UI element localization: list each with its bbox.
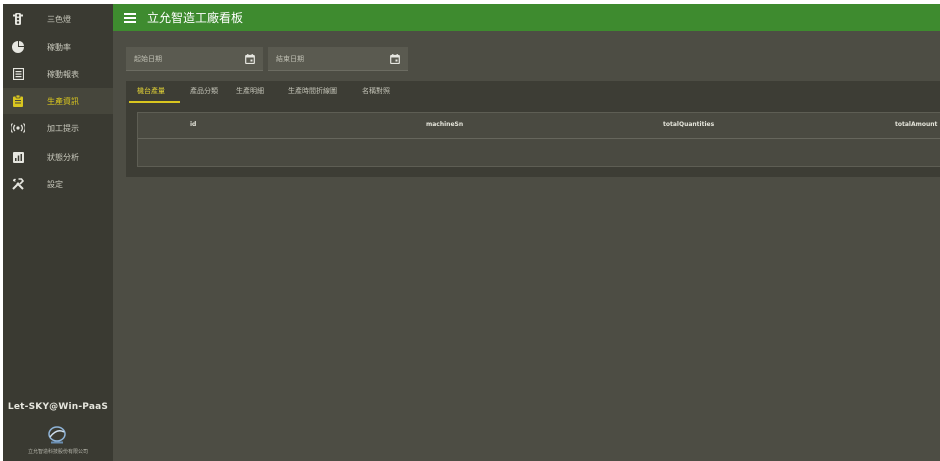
company-logo-icon [48, 426, 66, 444]
tab-name-mapping[interactable]: 名稱對照 [362, 86, 390, 96]
app-window: 三色燈 稼動率 稼動報表 生產資訊 加工提示 狀態分析 設定 Let-SKY@W… [3, 4, 940, 461]
brand-name: Let-SKY@Win-PaaS [7, 402, 109, 412]
menu-icon[interactable] [124, 11, 136, 25]
report-icon [3, 68, 33, 80]
sidebar-item-label: 稼動率 [47, 42, 71, 52]
calendar-icon[interactable] [245, 53, 255, 64]
sidebar-item-settings[interactable]: 設定 [3, 171, 113, 197]
top-bar: 立允智造工廠看板 [113, 4, 940, 31]
sidebar-item-label: 三色燈 [47, 14, 71, 24]
end-date-field[interactable]: 結束日期 [268, 47, 408, 71]
column-header-machinesn[interactable]: machineSn [426, 121, 463, 128]
start-date-placeholder: 起始日期 [134, 54, 162, 63]
table-header-divider [138, 138, 940, 139]
broadcast-icon [3, 123, 33, 133]
sidebar-item-label: 加工提示 [47, 123, 79, 133]
sidebar-item-production-info[interactable]: 生產資訊 [3, 88, 113, 114]
sidebar-item-utilization-report[interactable]: 稼動報表 [3, 61, 113, 87]
clipboard-icon [3, 95, 33, 107]
start-date-field[interactable]: 起始日期 [126, 47, 263, 71]
traffic-light-icon [3, 13, 33, 25]
data-table: id machineSn totalQuantities totalAmount [137, 112, 940, 167]
column-header-id[interactable]: id [190, 121, 196, 128]
tab-production-detail[interactable]: 生產明細 [236, 86, 264, 96]
tab-production-time-line-chart[interactable]: 生產時間折線圖 [288, 86, 337, 96]
sidebar-item-label: 稼動報表 [47, 69, 79, 79]
calendar-icon[interactable] [390, 53, 400, 64]
column-header-totalquantities[interactable]: totalQuantities [663, 121, 714, 128]
active-tab-indicator [129, 101, 180, 103]
page-title: 立允智造工廠看板 [147, 11, 244, 25]
tab-product-category[interactable]: 產品分類 [190, 86, 218, 96]
production-info-panel: 機台產量 產品分類 生產明細 生產時間折線圖 名稱對照 id machineSn… [126, 81, 940, 177]
pie-chart-icon [3, 41, 33, 53]
bar-chart-icon [3, 151, 33, 163]
company-name: 立允智造科技股份有限公司 [27, 449, 88, 455]
end-date-placeholder: 結束日期 [276, 54, 304, 63]
sidebar-item-status-analysis[interactable]: 狀態分析 [3, 144, 113, 170]
sidebar-item-utilization[interactable]: 稼動率 [3, 34, 113, 60]
sidebar-item-processing-hint[interactable]: 加工提示 [3, 115, 113, 141]
sidebar-item-label: 狀態分析 [47, 152, 79, 162]
column-header-totalamount[interactable]: totalAmount [895, 121, 937, 128]
sidebar-item-label: 設定 [47, 179, 63, 189]
tools-icon [3, 178, 33, 190]
sidebar: 三色燈 稼動率 稼動報表 生產資訊 加工提示 狀態分析 設定 Let-SKY@W… [3, 4, 113, 461]
sidebar-item-label: 生產資訊 [47, 96, 79, 106]
sidebar-item-three-color-light[interactable]: 三色燈 [3, 6, 113, 32]
tab-machine-output[interactable]: 機台產量 [137, 86, 165, 96]
